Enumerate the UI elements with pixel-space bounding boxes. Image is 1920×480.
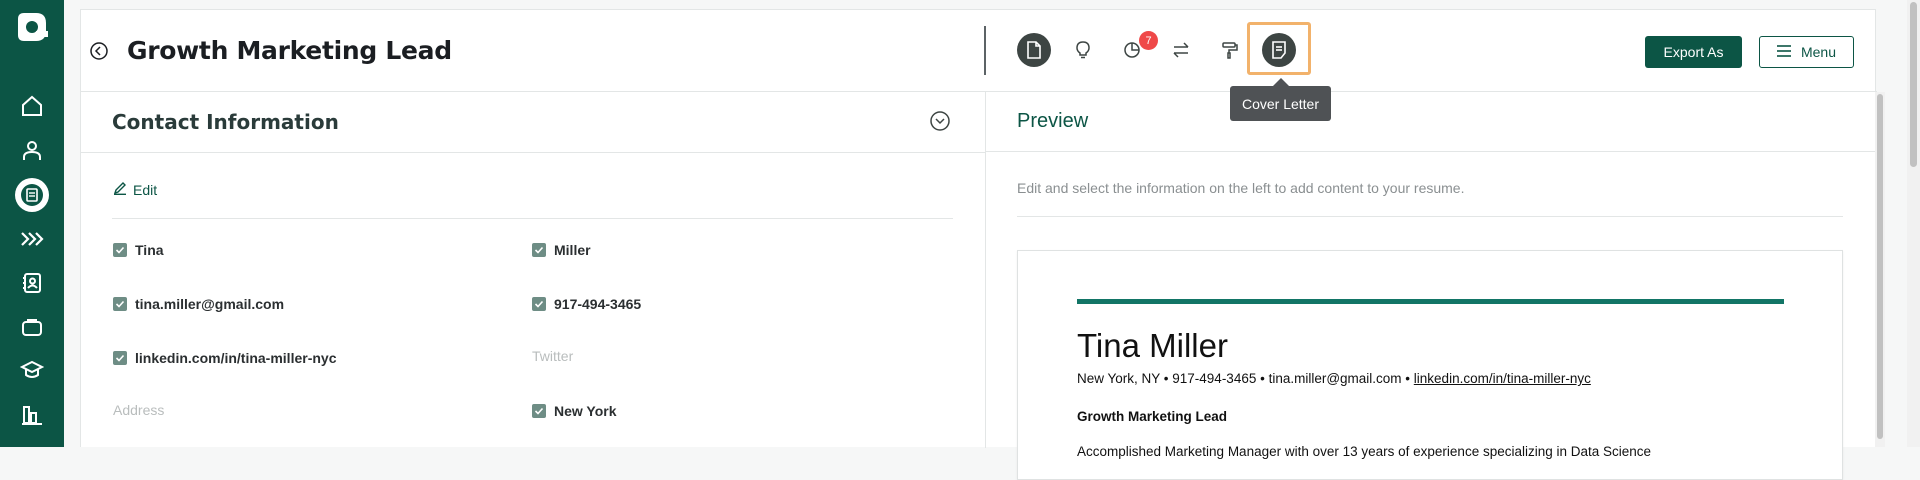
email-field[interactable]: tina.miller@gmail.com [113, 296, 284, 312]
chevron-down-icon[interactable] [930, 111, 950, 131]
edit-button[interactable]: Edit [113, 181, 157, 198]
checkbox-checked-icon[interactable] [113, 243, 127, 257]
edit-divider [112, 218, 953, 219]
paint-roller-icon[interactable] [1213, 33, 1247, 67]
city-value: New York [554, 403, 617, 419]
first-name-value: Tina [135, 242, 164, 258]
address-placeholder[interactable]: Address [113, 402, 164, 418]
twitter-placeholder[interactable]: Twitter [532, 348, 573, 364]
chevrons-right-icon[interactable] [14, 221, 50, 257]
last-name-field[interactable]: Miller [532, 242, 591, 258]
phone-value: 917-494-3465 [554, 296, 642, 312]
resume-contact-line: New York, NY • 917-494-3465 • tina.mille… [1077, 371, 1591, 386]
preview-scrollbar-thumb[interactable] [1877, 94, 1883, 439]
checkbox-checked-icon[interactable] [113, 297, 127, 311]
back-arrow-icon[interactable] [90, 42, 108, 60]
last-name-value: Miller [554, 242, 591, 258]
section-divider [81, 152, 985, 153]
edit-label: Edit [133, 181, 158, 198]
menu-label: Menu [1800, 44, 1837, 60]
cover-letter-icon[interactable] [1262, 33, 1296, 67]
bar-chart-icon[interactable] [14, 397, 50, 433]
resume-accent-bar [1077, 299, 1784, 304]
contacts-icon[interactable] [14, 265, 50, 301]
resume-icon[interactable] [15, 178, 49, 212]
lightbulb-icon[interactable] [1066, 33, 1100, 67]
contact-panel: Contact Information Edit Tina Miller tin… [81, 92, 985, 448]
page-scrollbar-thumb[interactable] [1910, 2, 1917, 167]
preview-hint: Edit and select the information on the l… [1017, 180, 1465, 196]
resume-linkedin-link[interactable]: linkedin.com/in/tina-miller-nyc [1414, 371, 1591, 386]
email-value: tina.miller@gmail.com [135, 296, 285, 312]
notification-badge: 7 [1139, 31, 1158, 50]
page-scrollbar[interactable] [1907, 0, 1920, 447]
resume-document[interactable]: Tina Miller New York, NY • 917-494-3465 … [1017, 250, 1843, 480]
checkbox-checked-icon[interactable] [532, 297, 546, 311]
user-icon[interactable] [14, 132, 50, 168]
app-logo-icon[interactable] [14, 9, 50, 45]
main-card: Growth Marketing Lead 7 Export As Menu C… [80, 9, 1878, 480]
pencil-icon [113, 181, 127, 198]
resume-summary: Accomplished Marketing Manager with over… [1077, 444, 1652, 459]
page-title: Growth Marketing Lead [127, 36, 452, 65]
linkedin-value: linkedin.com/in/tina-miller-nyc [135, 350, 337, 366]
briefcase-icon[interactable] [14, 309, 50, 345]
linkedin-field[interactable]: linkedin.com/in/tina-miller-nyc [113, 350, 336, 366]
document-icon[interactable] [1017, 33, 1051, 67]
city-field[interactable]: New York [532, 403, 617, 419]
hamburger-icon [1776, 44, 1791, 60]
sidebar-nav [0, 0, 64, 447]
resume-contact-text: New York, NY • 917-494-3465 • tina.mille… [1077, 371, 1414, 386]
resume-name: Tina Miller [1077, 327, 1228, 364]
page-header: Growth Marketing Lead 7 Export As Menu [81, 10, 1877, 92]
export-as-button[interactable]: Export As [1645, 36, 1742, 68]
tooltip-arrow [1273, 78, 1289, 86]
resume-role: Growth Marketing Lead [1077, 409, 1228, 424]
menu-button[interactable]: Menu [1759, 36, 1854, 68]
preview-title: Preview [1017, 110, 1089, 132]
section-title: Contact Information [112, 110, 339, 134]
first-name-field[interactable]: Tina [113, 242, 164, 258]
header-divider [984, 26, 986, 75]
swap-icon[interactable] [1164, 33, 1198, 67]
checkbox-checked-icon[interactable] [113, 351, 127, 365]
graduation-cap-icon[interactable] [14, 352, 50, 388]
preview-scrollbar[interactable] [1875, 92, 1885, 447]
preview-header: Preview [986, 92, 1878, 152]
checkbox-checked-icon[interactable] [532, 243, 546, 257]
preview-divider [1017, 216, 1843, 217]
phone-field[interactable]: 917-494-3465 [532, 296, 641, 312]
home-icon[interactable] [14, 88, 50, 124]
cover-letter-tooltip: Cover Letter [1230, 86, 1331, 121]
preview-panel: Preview Edit and select the information … [985, 92, 1878, 480]
checkbox-checked-icon[interactable] [532, 404, 546, 418]
